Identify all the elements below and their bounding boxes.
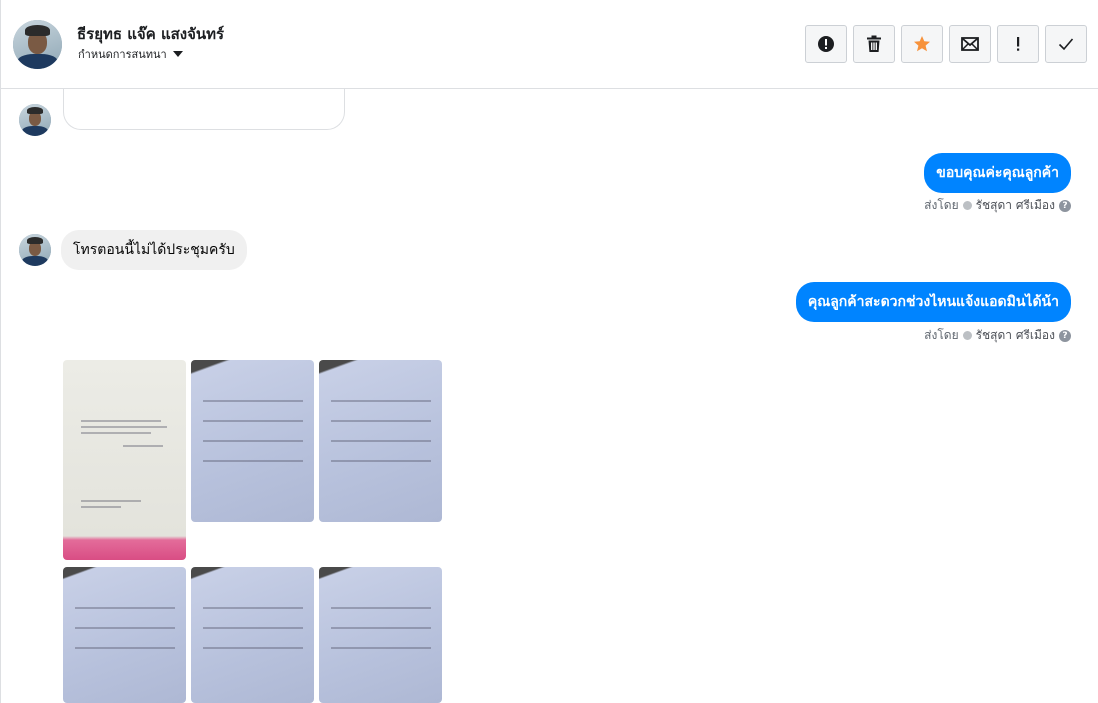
spam-button[interactable] bbox=[805, 25, 847, 63]
conversation-panel: ธีรยุทธ แจ๊ค แสงจันทร์ กำหนดการสนทนา ขอบ… bbox=[0, 0, 1098, 703]
image-message[interactable] bbox=[63, 89, 345, 130]
agent-name[interactable]: รัชสุดา ศรีเมือง bbox=[976, 196, 1055, 215]
outgoing-message[interactable]: ขอบคุณค่ะคุณลูกค้า bbox=[924, 153, 1071, 193]
conversation-header: ธีรยุทธ แจ๊ค แสงจันทร์ กำหนดการสนทนา bbox=[1, 0, 1098, 89]
outgoing-message[interactable]: คุณลูกค้าสะดวกช่วงไหนแจ้งแอดมินได้น้า bbox=[795, 282, 1071, 322]
photo-thumbnail[interactable] bbox=[191, 567, 314, 703]
exclamation-icon bbox=[1017, 37, 1020, 51]
checkmark-icon bbox=[1058, 38, 1074, 51]
agent-name[interactable]: รัชสุดา ศรีเมือง bbox=[976, 326, 1055, 345]
agent-avatar-icon bbox=[962, 331, 972, 340]
delete-button[interactable] bbox=[853, 25, 895, 63]
assign-conversation-dropdown[interactable]: กำหนดการสนทนา bbox=[78, 45, 183, 63]
contact-name[interactable]: ธีรยุทธ แจ๊ค แสงจันทร์ bbox=[77, 22, 224, 46]
sent-by-info: ส่งโดย รัชสุดา ศรีเมือง ? bbox=[924, 196, 1071, 215]
contact-avatar-small bbox=[19, 234, 51, 266]
envelope-icon bbox=[961, 37, 979, 51]
photo-thumbnail[interactable] bbox=[191, 360, 314, 522]
message-thread[interactable]: ขอบคุณค่ะคุณลูกค้า ส่งโดย รัชสุดา ศรีเมื… bbox=[1, 89, 1098, 703]
mark-done-button[interactable] bbox=[1045, 25, 1087, 63]
star-button[interactable] bbox=[901, 25, 943, 63]
qr-code-image bbox=[94, 89, 309, 99]
assign-label: กำหนดการสนทนา bbox=[78, 48, 167, 61]
sent-by-label: ส่งโดย bbox=[924, 198, 959, 212]
contact-avatar[interactable] bbox=[13, 20, 62, 69]
alert-circle-icon bbox=[818, 36, 834, 52]
photo-thumbnail[interactable] bbox=[63, 360, 186, 560]
photo-thumbnail[interactable] bbox=[319, 360, 442, 522]
follow-up-button[interactable] bbox=[997, 25, 1039, 63]
star-icon bbox=[914, 36, 930, 52]
help-icon[interactable]: ? bbox=[1059, 329, 1071, 342]
incoming-message[interactable]: โทรตอนนี้ไม่ได้ประชุมครับ bbox=[61, 230, 247, 270]
agent-avatar-icon bbox=[962, 201, 972, 210]
photo-thumbnail[interactable] bbox=[319, 567, 442, 703]
contact-avatar-small bbox=[19, 104, 51, 136]
sent-by-label: ส่งโดย bbox=[924, 328, 959, 342]
sent-by-info: ส่งโดย รัชสุดา ศรีเมือง ? bbox=[924, 326, 1071, 345]
mark-unread-button[interactable] bbox=[949, 25, 991, 63]
help-icon[interactable]: ? bbox=[1059, 199, 1071, 212]
caret-down-icon bbox=[172, 51, 183, 57]
photo-thumbnail[interactable] bbox=[63, 567, 186, 703]
trash-icon bbox=[867, 35, 881, 52]
